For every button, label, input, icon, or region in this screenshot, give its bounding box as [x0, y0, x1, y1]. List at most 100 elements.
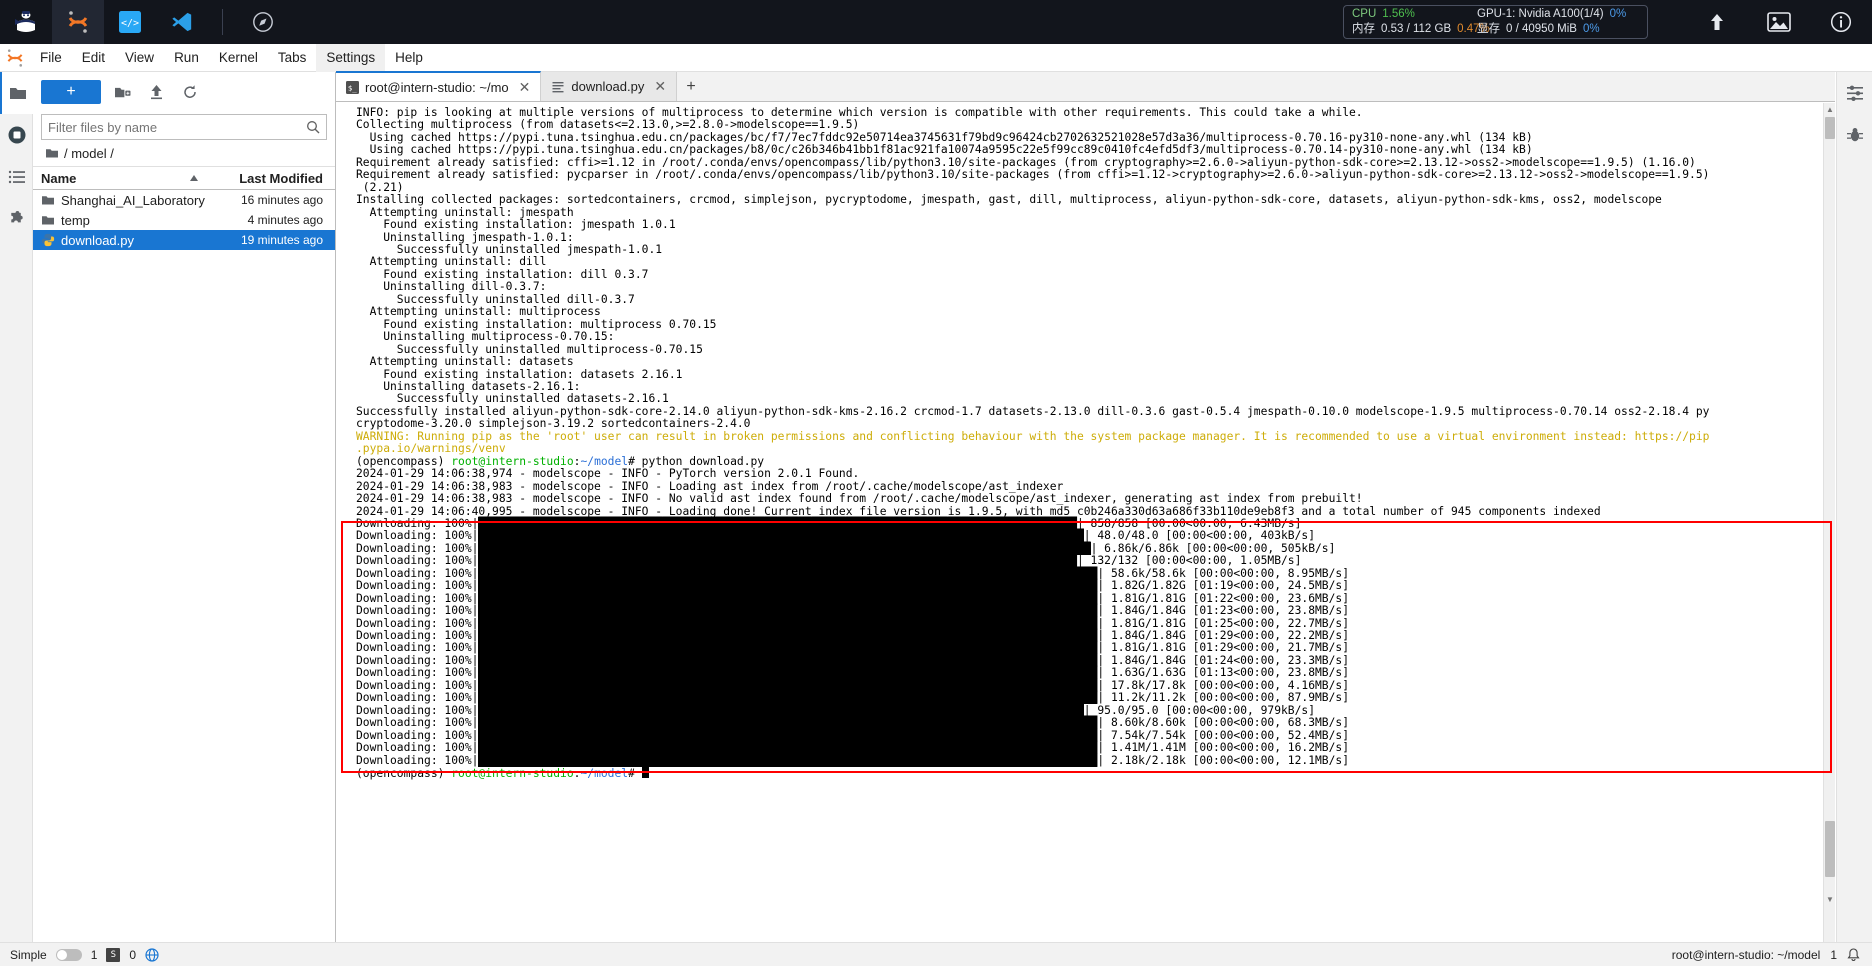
file-modified: 19 minutes ago — [240, 233, 323, 247]
menu-run[interactable]: Run — [164, 44, 209, 72]
vram-value: 0 / 40950 MiB — [1506, 23, 1577, 35]
menu-kernel[interactable]: Kernel — [209, 44, 268, 72]
terminal-output[interactable]: INFO: pip is looking at multiple version… — [338, 103, 1828, 948]
info-icon[interactable] — [1810, 0, 1872, 44]
upload-button[interactable] — [143, 79, 169, 105]
svg-text:</>: </> — [121, 18, 139, 29]
breadcrumb[interactable]: / model / — [33, 140, 335, 166]
notification-count: 1 — [1830, 947, 1837, 962]
terminal-download-line: Downloading: 100%|██████████████████████… — [356, 753, 1350, 767]
right-activity-bar — [1836, 72, 1872, 966]
terminal-line: Requirement already satisfied: pycparser… — [356, 168, 1710, 182]
menu-help[interactable]: Help — [385, 44, 433, 72]
tab-label: root@intern-studio: ~/mo — [365, 79, 509, 95]
sidebar-item-toc[interactable] — [0, 156, 33, 198]
new-launcher-button[interactable]: + — [41, 80, 101, 104]
new-tab-button[interactable]: + — [677, 72, 705, 101]
file-name: Shanghai_AI_Laboratory — [61, 192, 205, 208]
terminal-count: 1 — [90, 947, 98, 962]
scroll-down-arrow[interactable]: ▼ — [1824, 893, 1836, 905]
os-right-buttons — [1686, 0, 1872, 44]
terminal-icon: $_ — [346, 80, 359, 94]
sidebar-item-running[interactable] — [0, 114, 33, 156]
refresh-button[interactable] — [177, 79, 203, 105]
sidebar-item-file-browser[interactable] — [0, 72, 33, 114]
scroll-up-arrow[interactable]: ▲ — [1824, 103, 1836, 115]
vram-label: 显存 — [1477, 23, 1500, 35]
simple-mode-label: Simple — [10, 947, 47, 962]
kernel-count: 0 — [129, 947, 137, 962]
tab-terminal[interactable]: $_ root@intern-studio: ~/mo ✕ — [336, 71, 542, 101]
vram-percent: 0% — [1582, 23, 1600, 35]
debugger-icon[interactable] — [1837, 114, 1872, 156]
bell-icon — [1847, 947, 1860, 961]
status-bar-right: root@intern-studio: ~/model 1 — [1672, 948, 1872, 962]
breadcrumb-path: / model / — [64, 145, 114, 161]
terminal-download-line: Downloading: 100%|██████████████████████… — [356, 554, 1302, 568]
terminal-line: Found existing installation: jmespath 1.… — [356, 218, 676, 232]
folder-icon — [9, 88, 26, 99]
list-icon — [8, 170, 25, 184]
code-server-icon[interactable]: </> — [104, 0, 156, 44]
gpu-label: GPU-1: Nvidia A100(1/4) — [1477, 8, 1604, 20]
terminal-download-line: Downloading: 100%|██████████████████████… — [356, 579, 1350, 593]
new-folder-button[interactable] — [109, 79, 135, 105]
folder-icon — [46, 149, 58, 158]
folder-icon — [42, 196, 54, 205]
folder-icon — [42, 216, 54, 225]
scrollbar-thumb-top[interactable] — [1825, 117, 1835, 139]
list-item[interactable]: Shanghai_AI_Laboratory 16 minutes ago — [33, 190, 335, 210]
current-path: root@intern-studio: ~/model — [1671, 947, 1821, 962]
sliders-icon — [1847, 85, 1863, 101]
terminal-download-line: Downloading: 100%|██████████████████████… — [356, 741, 1350, 755]
menu-bar: File Edit View Run Kernel Tabs Settings … — [0, 43, 1872, 72]
property-inspector-icon[interactable] — [1837, 72, 1872, 114]
jupyter-icon[interactable] — [52, 0, 104, 44]
tab-bar: $_ root@intern-studio: ~/mo ✕ download.p… — [336, 71, 1835, 102]
sidebar-item-extensions[interactable] — [0, 198, 33, 240]
menu-file[interactable]: File — [30, 44, 72, 72]
upload-icon — [150, 85, 162, 100]
simple-mode-toggle[interactable] — [55, 948, 82, 961]
close-icon[interactable]: ✕ — [519, 79, 531, 96]
file-list: Shanghai_AI_Laboratory 16 minutes ago te… — [33, 190, 335, 250]
terminal-scrollbar[interactable]: ▲ ▼ — [1823, 103, 1835, 948]
terminal-line: WARNING: Running pip as the 'root' user … — [356, 429, 1710, 443]
list-item[interactable]: temp 4 minutes ago — [33, 210, 335, 230]
close-icon[interactable]: ✕ — [654, 78, 666, 95]
image-icon[interactable] — [1748, 0, 1810, 44]
cpu-value: 1.56% — [1382, 8, 1415, 20]
terminal-line: Successfully uninstalled jmespath-1.0.1 — [356, 242, 663, 256]
menu-settings[interactable]: Settings — [316, 43, 386, 72]
list-item[interactable]: download.py 19 minutes ago — [33, 230, 335, 250]
search-input[interactable] — [48, 119, 306, 135]
file-list-header: Name Last Modified — [33, 166, 335, 190]
column-header-name[interactable]: Name — [41, 171, 189, 186]
python-file-icon — [41, 233, 55, 247]
tab-label: download.py — [571, 79, 645, 94]
stats-row-mem-vram: 内存 0.53 / 112 GB 0.47% 显存 0 / 40950 MiB … — [1352, 22, 1639, 37]
jupyter-logo-icon — [0, 48, 30, 68]
intern-studio-logo-icon[interactable] — [0, 0, 52, 44]
svg-text:$_: $_ — [348, 83, 357, 92]
column-header-last-modified[interactable]: Last Modified — [209, 171, 327, 186]
scrollbar-thumb[interactable] — [1825, 821, 1835, 877]
upload-icon[interactable] — [1686, 0, 1748, 44]
compass-icon[interactable] — [237, 0, 289, 44]
terminal-cursor — [641, 767, 649, 779]
main-dock-area: $_ root@intern-studio: ~/mo ✕ download.p… — [336, 71, 1835, 966]
os-top-bar: </> CPU 1.56% GPU-1: Nvidia A100(1/4) 0%… — [0, 0, 1872, 44]
column-name-label: Name — [41, 170, 77, 186]
gpu-value: 0% — [1609, 8, 1627, 20]
terminal-line: Installing collected packages: sortedcon… — [356, 193, 1662, 207]
tab-download-py[interactable]: download.py ✕ — [541, 72, 678, 101]
terminal-download-line: Downloading: 100%|██████████████████████… — [356, 716, 1350, 730]
vscode-icon[interactable] — [156, 0, 208, 44]
menu-tabs[interactable]: Tabs — [268, 44, 317, 72]
left-activity-bar — [0, 72, 33, 966]
filter-files-field[interactable] — [41, 114, 327, 140]
menu-edit[interactable]: Edit — [72, 44, 115, 72]
file-name: download.py — [61, 232, 134, 248]
menu-view[interactable]: View — [115, 44, 164, 72]
bug-icon — [1847, 128, 1863, 142]
